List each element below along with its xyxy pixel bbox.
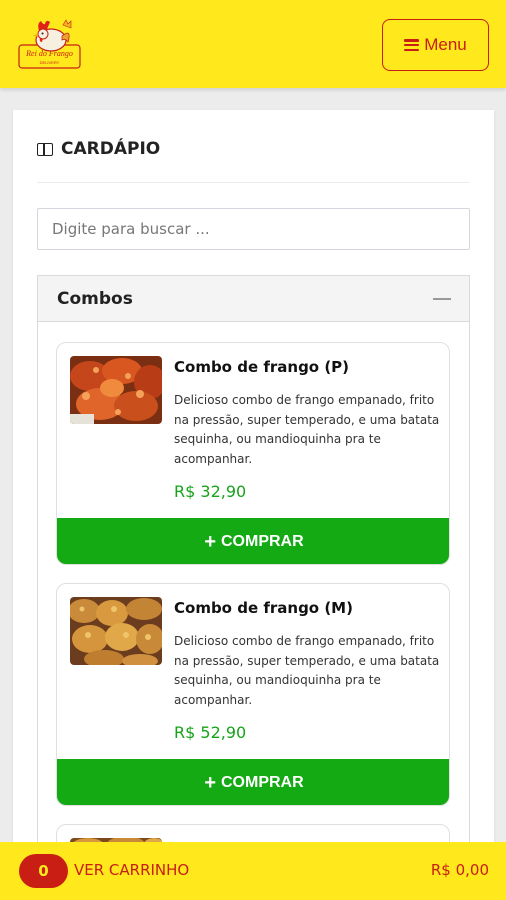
- minus-icon[interactable]: [433, 298, 451, 300]
- rooster-logo-icon: Rei do Frango DELIVERY: [18, 19, 81, 69]
- plus-icon: +: [204, 531, 216, 553]
- product-image[interactable]: [70, 356, 162, 424]
- bars-icon: [404, 39, 420, 51]
- category-title: Combos: [57, 289, 133, 309]
- page-title: CARDÁPIO: [37, 139, 160, 159]
- search-input[interactable]: [37, 208, 470, 250]
- product-card: Combo de frango (P) Delicioso combo de f…: [56, 342, 450, 565]
- cart-bar[interactable]: 0 VER CARRINHO R$ 0,00: [0, 842, 506, 900]
- product-description: Delicioso combo de frango empanado, frit…: [174, 393, 440, 466]
- top-navbar: Rei do Frango DELIVERY Menu: [0, 0, 506, 88]
- menu-button[interactable]: Menu: [382, 19, 489, 71]
- buy-button[interactable]: + COMPRAR: [57, 518, 449, 564]
- product-description: Delicioso combo de frango empanado, frit…: [174, 634, 440, 707]
- product-price: R$ 52,90: [174, 723, 247, 742]
- fried-chicken-image: [70, 597, 162, 665]
- product-name: Combo de frango (P): [174, 358, 350, 376]
- category-header[interactable]: Combos: [38, 276, 469, 322]
- category-combos: Combos Combo de frango (P) Delicioso com…: [37, 275, 470, 900]
- product-price: R$ 32,90: [174, 482, 247, 501]
- menu-card: CARDÁPIO Combos: [13, 110, 494, 900]
- buy-button-label: COMPRAR: [221, 533, 304, 550]
- title-divider: [37, 182, 470, 183]
- fried-chicken-image: [70, 356, 162, 424]
- product-card: Combo de frango (M) Delicioso combo de f…: [56, 583, 450, 806]
- plus-icon: +: [204, 772, 216, 794]
- product-name: Combo de frango (M): [174, 599, 353, 617]
- product-image[interactable]: [70, 597, 162, 665]
- cart-count-badge[interactable]: 0: [19, 854, 68, 888]
- logo-text: Rei do Frango: [25, 49, 73, 58]
- menu-button-label: Menu: [424, 35, 467, 54]
- view-cart-link[interactable]: VER CARRINHO: [74, 861, 189, 879]
- cart-total: R$ 0,00: [430, 861, 489, 879]
- book-open-icon: [37, 142, 53, 156]
- buy-button[interactable]: + COMPRAR: [57, 759, 449, 805]
- page-title-text: CARDÁPIO: [61, 139, 161, 159]
- logo-subtext: DELIVERY: [40, 60, 60, 65]
- brand-logo[interactable]: Rei do Frango DELIVERY: [18, 16, 82, 72]
- buy-button-label: COMPRAR: [221, 774, 304, 791]
